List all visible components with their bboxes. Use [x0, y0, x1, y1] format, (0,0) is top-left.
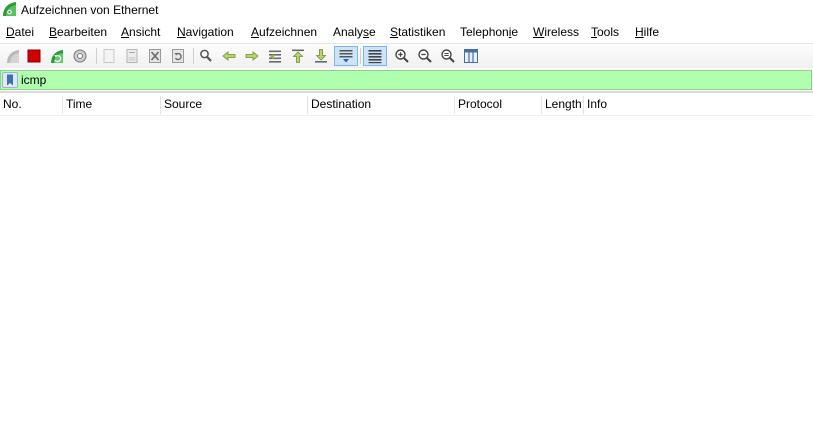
- menu-datei[interactable]: Datei: [6, 25, 34, 39]
- menu-bearbeiten[interactable]: Bearbeiten: [49, 25, 107, 39]
- window-title: Aufzeichnen von Ethernet: [21, 3, 159, 17]
- title-bar: Aufzeichnen von Ethernet: [0, 0, 813, 20]
- menu-aufzeichnen[interactable]: Aufzeichnen: [251, 25, 317, 39]
- menu-ansicht[interactable]: Ansicht: [121, 25, 160, 39]
- zoom-normal-icon: [441, 49, 455, 63]
- menu-tools[interactable]: Tools: [591, 25, 619, 39]
- menu-telephonie[interactable]: Telephonie: [460, 25, 518, 39]
- autoscroll-icon: [339, 50, 353, 63]
- display-filter-input[interactable]: [21, 72, 801, 88]
- go-forward-icon: [245, 51, 259, 61]
- column-header-info[interactable]: Info: [584, 93, 813, 115]
- open-file-icon: [103, 49, 115, 63]
- column-header-destination[interactable]: Destination: [308, 93, 454, 115]
- zoom-out-icon: [418, 49, 432, 63]
- start-capture-icon: [7, 50, 19, 63]
- close-file-icon: [149, 49, 161, 63]
- go-last-button[interactable]: [311, 46, 331, 66]
- toolbar-separator: [360, 48, 361, 64]
- main-toolbar: [0, 43, 813, 68]
- colorize-button[interactable]: [363, 46, 387, 66]
- column-header-protocol[interactable]: Protocol: [455, 93, 541, 115]
- toolbar-separator: [193, 48, 194, 64]
- menu-bar: Datei Bearbeiten Ansicht Navigation Aufz…: [0, 21, 813, 43]
- column-header-time[interactable]: Time: [63, 93, 160, 115]
- resize-columns-button[interactable]: [461, 46, 481, 66]
- go-first-button[interactable]: [288, 46, 308, 66]
- start-capture-button[interactable]: [3, 46, 23, 66]
- go-to-packet-button[interactable]: [265, 46, 285, 66]
- zoom-out-button[interactable]: [415, 46, 435, 66]
- save-file-button[interactable]: [122, 46, 142, 66]
- packet-list-header: No. Time Source Destination Protocol Len…: [0, 93, 813, 116]
- menu-navigation[interactable]: Navigation: [177, 25, 234, 39]
- column-header-source[interactable]: Source: [161, 93, 307, 115]
- close-file-button[interactable]: [145, 46, 165, 66]
- menu-analyse[interactable]: Analyse: [333, 25, 376, 39]
- menu-wireless[interactable]: Wireless: [533, 25, 579, 39]
- reload-file-icon: [172, 49, 184, 63]
- stop-capture-icon: [27, 49, 41, 63]
- restart-capture-button[interactable]: [47, 46, 67, 66]
- zoom-in-button[interactable]: [392, 46, 412, 66]
- restart-capture-icon: [51, 50, 63, 63]
- column-header-no[interactable]: No.: [0, 93, 62, 115]
- bookmark-icon: [7, 74, 13, 86]
- open-file-button[interactable]: [99, 46, 119, 66]
- go-first-icon: [292, 49, 304, 63]
- zoom-normal-button[interactable]: [438, 46, 458, 66]
- autoscroll-button[interactable]: [334, 46, 358, 66]
- reload-file-button[interactable]: [168, 46, 188, 66]
- go-to-packet-icon: [269, 50, 281, 63]
- find-packet-button[interactable]: [196, 46, 216, 66]
- go-forward-button[interactable]: [242, 46, 262, 66]
- go-last-icon: [315, 49, 327, 63]
- save-file-icon: [126, 49, 138, 63]
- colorize-icon: [368, 50, 382, 64]
- capture-options-icon: [73, 49, 87, 63]
- find-packet-icon: [200, 49, 212, 62]
- stop-capture-button[interactable]: [24, 46, 44, 66]
- toolbar-separator: [96, 48, 97, 64]
- filter-bookmark-button[interactable]: [2, 72, 18, 88]
- display-filter-bar: [0, 70, 812, 90]
- packet-list-body[interactable]: [0, 116, 813, 424]
- resize-columns-icon: [464, 49, 478, 63]
- capture-options-button[interactable]: [70, 46, 90, 66]
- menu-hilfe[interactable]: Hilfe: [635, 25, 659, 39]
- column-header-length[interactable]: Length: [542, 93, 583, 115]
- wireshark-logo-icon: [3, 2, 16, 16]
- menu-statistiken[interactable]: Statistiken: [390, 25, 445, 39]
- zoom-in-icon: [395, 49, 409, 63]
- go-back-icon: [222, 51, 236, 61]
- go-back-button[interactable]: [219, 46, 239, 66]
